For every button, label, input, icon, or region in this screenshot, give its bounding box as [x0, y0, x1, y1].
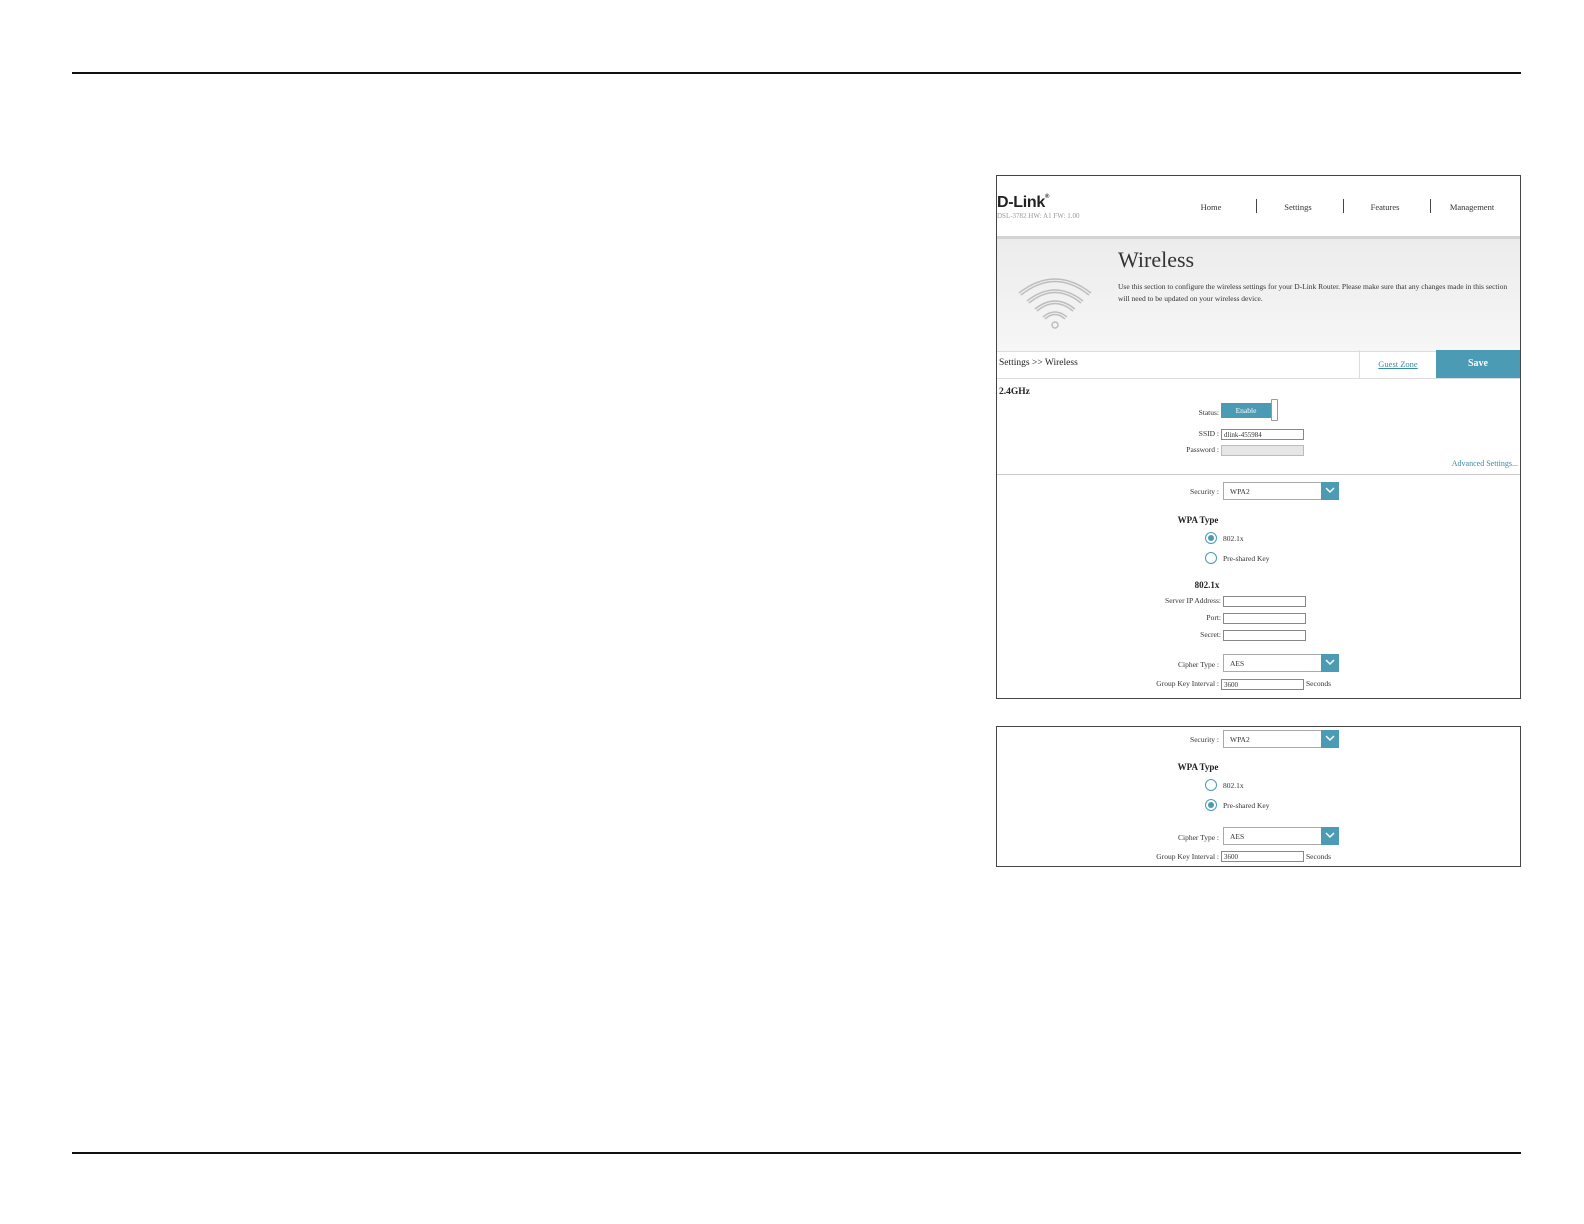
nav-management[interactable]: Management [1450, 202, 1494, 212]
radio-pre-shared-key[interactable] [1205, 552, 1217, 564]
cipher-type-label: Cipher Type : [1178, 660, 1219, 669]
server-ip-input[interactable] [1223, 596, 1306, 607]
cipher-type-select[interactable]: AES [1223, 654, 1339, 672]
server-ip-label: Server IP Address: [1165, 596, 1221, 605]
band-title: 2.4GHz [999, 387, 1030, 397]
status-label: Status: [1198, 408, 1219, 417]
group-key-interval-input[interactable]: 3600 [1221, 679, 1304, 690]
radio-8021x[interactable] [1205, 779, 1217, 791]
radio-pre-shared-key-label: Pre-shared Key [1223, 801, 1270, 810]
advanced-settings-link[interactable]: Advanced Settings... [1452, 459, 1518, 468]
chevron-down-icon [1321, 730, 1339, 748]
port-input[interactable] [1223, 613, 1306, 624]
chevron-down-icon [1321, 482, 1339, 500]
bottom-rule [72, 1152, 1521, 1154]
cipher-type-value: AES [1230, 832, 1245, 841]
security-select[interactable]: WPA2 [1223, 730, 1339, 748]
breadcrumb: Settings >> Wireless [999, 358, 1078, 368]
save-button[interactable]: Save [1436, 350, 1520, 378]
model-info: DSL-3782 HW: A1 FW: 1.00 [997, 212, 1080, 220]
section-divider [997, 474, 1520, 475]
page-banner: Wireless Use this section to configure t… [997, 236, 1520, 352]
page-title: Wireless [1118, 247, 1195, 272]
guest-zone-link[interactable]: Guest Zone [1359, 350, 1436, 378]
cipher-type-value: AES [1230, 659, 1245, 668]
security-value: WPA2 [1230, 735, 1250, 744]
radio-8021x-label: 802.1x [1223, 781, 1244, 790]
nav-home[interactable]: Home [1201, 202, 1222, 212]
group-key-interval-unit: Seconds [1306, 679, 1331, 688]
breadcrumb-bar: Settings >> Wireless Guest Zone Save [997, 350, 1520, 379]
security-label: Security : [1190, 735, 1219, 744]
ssid-label: SSID : [1198, 429, 1219, 438]
radio-8021x-label: 802.1x [1223, 534, 1244, 543]
wpa-type-title: WPA Type [1177, 762, 1219, 772]
nav-separator [1343, 199, 1344, 213]
security-label: Security : [1190, 487, 1219, 496]
wpa-type-title: WPA Type [1177, 515, 1219, 525]
group-key-interval-label: Group Key Interval : [1156, 679, 1219, 688]
nav-separator [1256, 199, 1257, 213]
wifi-icon [1018, 278, 1092, 329]
secret-input[interactable] [1223, 630, 1306, 641]
security-value: WPA2 [1230, 487, 1250, 496]
cipher-type-label: Cipher Type : [1178, 833, 1219, 842]
group-key-interval-unit: Seconds [1306, 852, 1331, 861]
8021x-section-title: 802.1x [1194, 580, 1220, 590]
page-description: Use this section to configure the wirele… [1118, 282, 1508, 303]
toggle-knob [1271, 399, 1278, 421]
radio-pre-shared-key-label: Pre-shared Key [1223, 554, 1270, 563]
ssid-input[interactable]: dlink-455984 [1221, 429, 1304, 440]
password-input[interactable] [1221, 445, 1304, 456]
radio-pre-shared-key[interactable] [1205, 799, 1217, 811]
nav-features[interactable]: Features [1371, 202, 1400, 212]
chevron-down-icon [1321, 827, 1339, 845]
nav-settings[interactable]: Settings [1284, 202, 1311, 212]
group-key-interval-label: Group Key Interval : [1156, 852, 1219, 861]
group-key-interval-input[interactable]: 3600 [1221, 851, 1304, 862]
secret-label: Secret: [1200, 630, 1221, 639]
cipher-type-select[interactable]: AES [1223, 827, 1339, 845]
port-label: Port: [1206, 613, 1221, 622]
nav-separator [1430, 199, 1431, 213]
pre-shared-key-screenshot: Security : WPA2 WPA Type 802.1x Pre-shar… [996, 726, 1521, 867]
password-label: Password : [1186, 445, 1219, 454]
top-rule [72, 72, 1521, 74]
status-toggle-value: Enable [1221, 403, 1271, 418]
security-select[interactable]: WPA2 [1223, 482, 1339, 500]
wireless-settings-screenshot: D-Link® DSL-3782 HW: A1 FW: 1.00 Home Se… [996, 175, 1521, 699]
status-toggle[interactable]: Enable [1221, 399, 1279, 421]
chevron-down-icon [1321, 654, 1339, 672]
radio-8021x[interactable] [1205, 532, 1217, 544]
dlink-logo: D-Link® [997, 194, 1050, 211]
